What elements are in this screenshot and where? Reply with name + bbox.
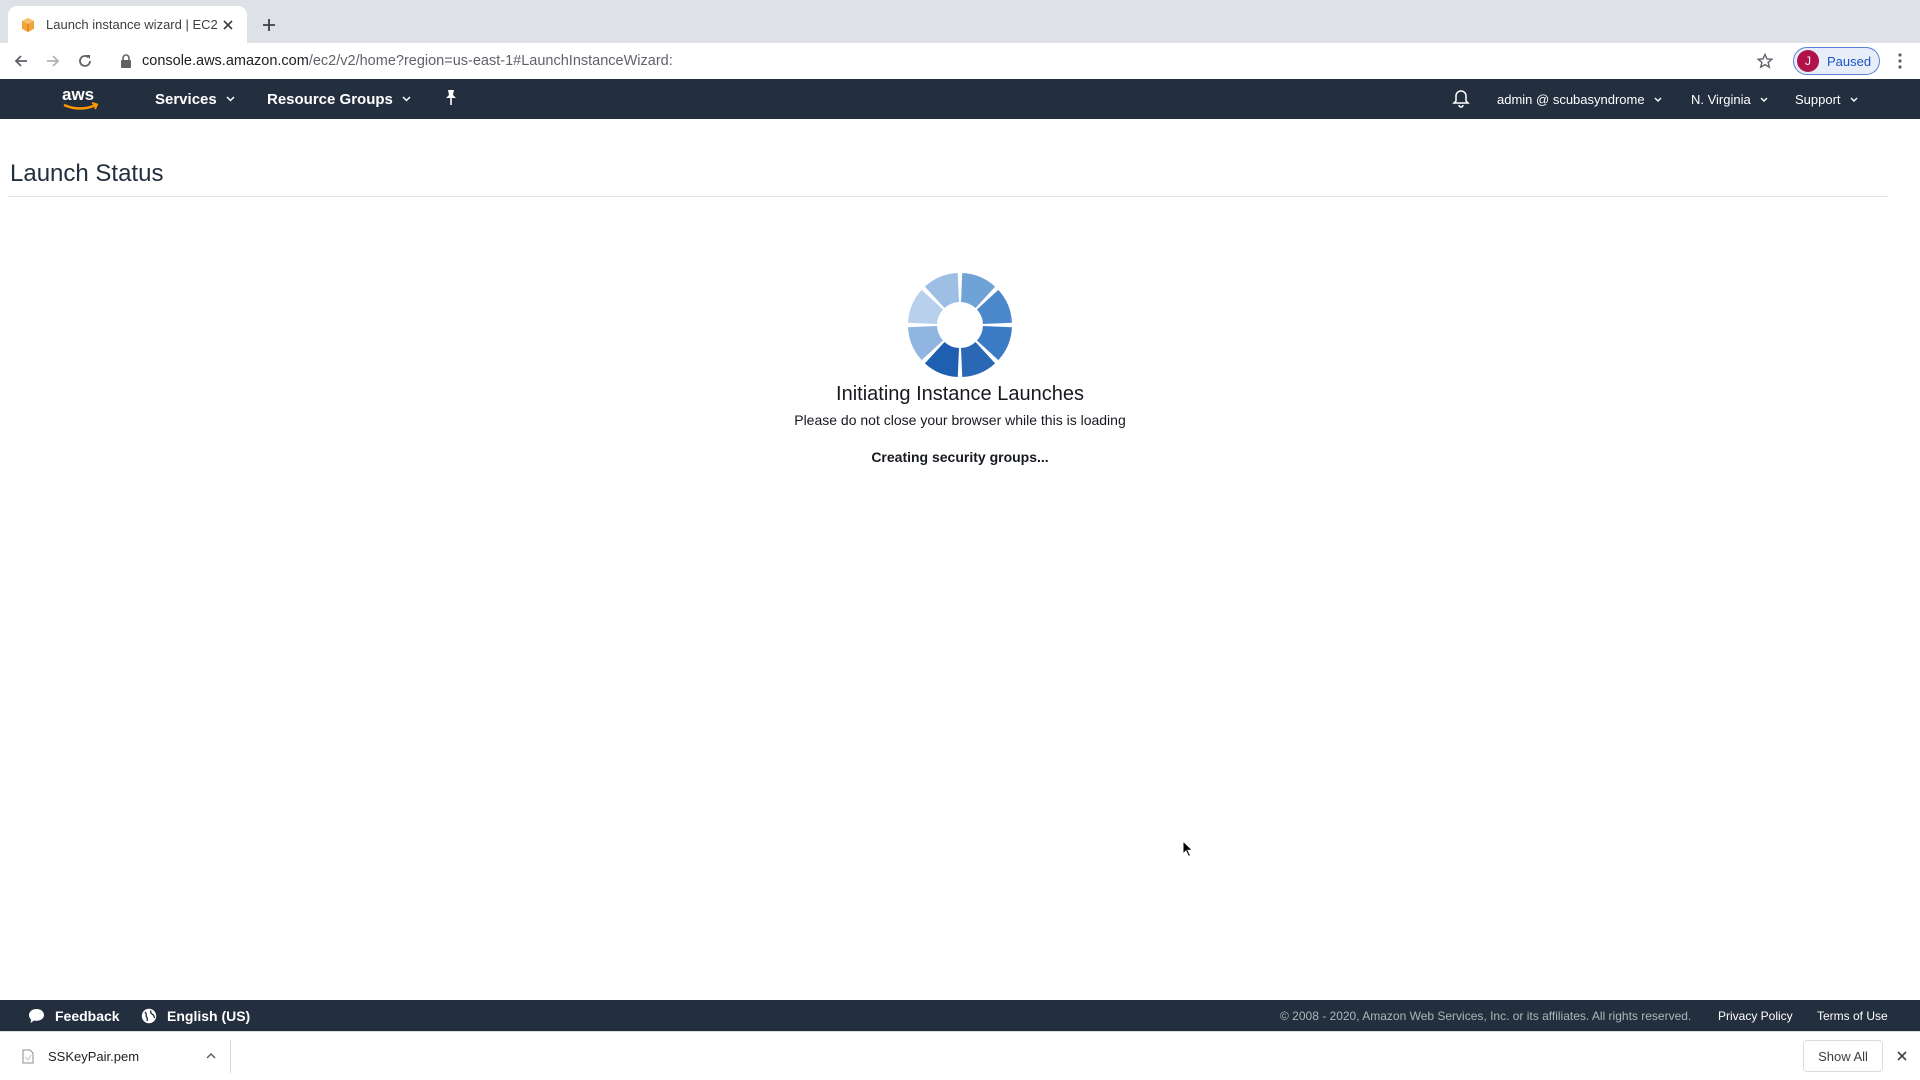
browser-toolbar: console.aws.amazon.com/ec2/v2/home?regio… xyxy=(0,43,1920,79)
page-title: Launch Status xyxy=(10,160,164,187)
copyright-text: © 2008 - 2020, Amazon Web Services, Inc.… xyxy=(1280,1008,1692,1023)
feedback-label: Feedback xyxy=(55,1007,120,1024)
account-menu[interactable]: admin @ scubasyndrome xyxy=(1497,79,1662,119)
globe-icon xyxy=(141,1008,157,1023)
status-subtitle: Please do not close your browser while t… xyxy=(794,412,1126,428)
chevron-down-icon xyxy=(1654,97,1662,102)
language-selector[interactable]: English (US) xyxy=(141,1000,250,1031)
aws-top-nav: aws Services Resource Groups admin @ scu… xyxy=(0,79,1920,119)
loading-spinner-icon xyxy=(908,273,1012,377)
browser-menu-icon[interactable] xyxy=(1890,50,1910,72)
svg-text:aws: aws xyxy=(62,85,94,104)
close-icon[interactable] xyxy=(1892,1046,1912,1066)
reload-icon[interactable] xyxy=(74,50,96,72)
address-bar[interactable]: console.aws.amazon.com/ec2/v2/home?regio… xyxy=(110,46,1780,76)
status-step: Creating security groups... xyxy=(871,449,1049,465)
resource-groups-label: Resource Groups xyxy=(267,90,393,108)
language-label: English (US) xyxy=(167,1007,251,1024)
forward-arrow-icon[interactable] xyxy=(42,50,64,72)
pin-icon[interactable] xyxy=(443,89,459,107)
divider xyxy=(8,196,1888,197)
divider xyxy=(230,1040,231,1073)
chevron-down-icon xyxy=(402,96,411,102)
aws-logo[interactable]: aws xyxy=(60,85,102,113)
console-footer: Feedback English (US) © 2008 - 2020, Ama… xyxy=(0,1000,1920,1031)
url-text: console.aws.amazon.com/ec2/v2/home?regio… xyxy=(142,53,673,69)
resource-groups-menu[interactable]: Resource Groups xyxy=(267,79,411,119)
avatar: J xyxy=(1797,50,1819,72)
bell-icon[interactable] xyxy=(1452,89,1470,108)
close-icon[interactable] xyxy=(219,16,237,34)
profile-status: Paused xyxy=(1827,53,1872,69)
privacy-policy-link[interactable]: Privacy Policy xyxy=(1718,1000,1793,1031)
region-menu[interactable]: N. Virginia xyxy=(1691,79,1768,119)
aws-cube-favicon-icon xyxy=(20,17,36,33)
chevron-down-icon xyxy=(226,96,235,102)
browser-tab-strip: Launch instance wizard | EC2 Management … xyxy=(0,0,1920,43)
services-menu[interactable]: Services xyxy=(155,79,235,119)
show-all-button[interactable]: Show All xyxy=(1803,1040,1883,1072)
chevron-up-icon[interactable] xyxy=(206,1053,216,1059)
account-label: admin @ scubasyndrome xyxy=(1497,91,1645,107)
download-item[interactable]: SSKeyPair.pem xyxy=(12,1036,228,1076)
feedback-button[interactable]: Feedback xyxy=(28,1000,120,1031)
file-icon xyxy=(22,1049,34,1064)
download-shelf: SSKeyPair.pem Show All xyxy=(0,1031,1920,1080)
lock-icon xyxy=(120,54,132,68)
browser-tab[interactable]: Launch instance wizard | EC2 Management … xyxy=(8,6,247,43)
chevron-down-icon xyxy=(1850,97,1858,102)
bookmark-star-icon[interactable] xyxy=(1754,50,1776,72)
support-label: Support xyxy=(1795,91,1841,107)
profile-button[interactable]: J Paused xyxy=(1793,47,1880,75)
support-menu[interactable]: Support xyxy=(1795,79,1858,119)
region-label: N. Virginia xyxy=(1691,91,1751,107)
chevron-down-icon xyxy=(1760,97,1768,102)
back-arrow-icon[interactable] xyxy=(10,50,32,72)
browser-tab-title: Launch instance wizard | EC2 Management … xyxy=(46,17,219,32)
new-tab-button[interactable] xyxy=(258,14,280,36)
terms-of-use-link[interactable]: Terms of Use xyxy=(1817,1000,1888,1031)
services-label: Services xyxy=(155,90,217,108)
mouse-cursor-icon xyxy=(1182,840,1194,858)
download-file-name: SSKeyPair.pem xyxy=(48,1048,140,1064)
status-title: Initiating Instance Launches xyxy=(836,383,1084,405)
speech-bubble-icon xyxy=(29,1008,44,1023)
